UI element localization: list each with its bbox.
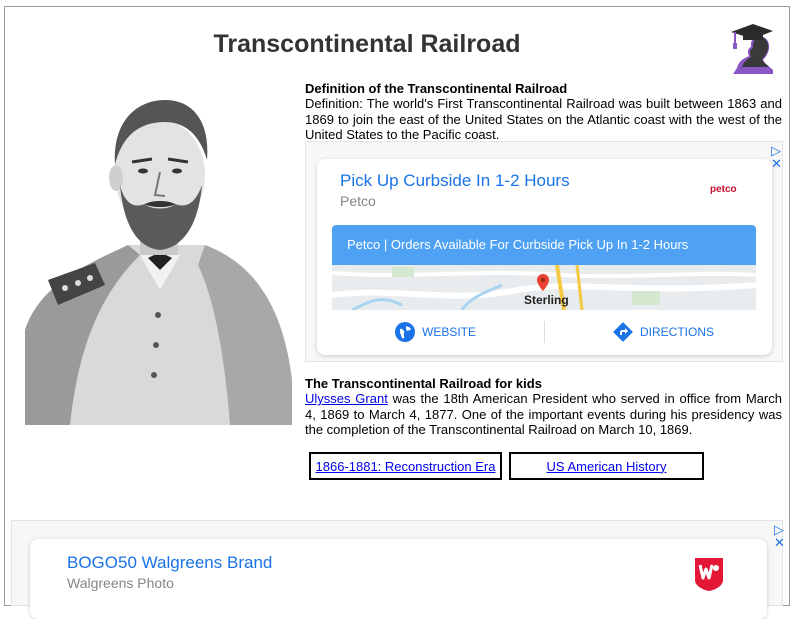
ad-advertiser: Petco [340, 193, 376, 209]
ulysses-grant-link[interactable]: Ulysses Grant [305, 391, 388, 406]
us-history-button[interactable]: US American History [509, 452, 704, 480]
directions-icon [613, 322, 633, 342]
definition-text: Definition: The world's First Transconti… [305, 96, 782, 142]
ad-map[interactable]: Sterling [332, 265, 756, 310]
reconstruction-era-button[interactable]: 1866-1881: Reconstruction Era [309, 452, 502, 480]
globe-icon [395, 322, 415, 342]
definition-heading: Definition of the Transcontinental Railr… [305, 81, 568, 96]
directions-label: DIRECTIONS [640, 325, 715, 339]
ad-headline[interactable]: BOGO50 Walgreens Brand [67, 553, 272, 573]
ad-advertiser: Walgreens Photo [67, 575, 174, 591]
ad-banner[interactable]: Petco | Orders Available For Curbside Pi… [332, 225, 756, 265]
page-title: Transcontinental Railroad [213, 30, 521, 58]
map-pin-icon [537, 274, 549, 291]
ulysses-grant-portrait [25, 100, 292, 425]
directions-button[interactable]: DIRECTIONS [613, 315, 714, 349]
ad-headline[interactable]: Pick Up Curbside In 1-2 Hours [340, 171, 570, 191]
kids-text: Ulysses Grant was the 18th American Pres… [305, 391, 782, 438]
website-button[interactable]: WEBSITE [395, 315, 476, 349]
kids-heading: The Transcontinental Railroad for kids [305, 376, 542, 391]
walgreens-ad-card[interactable]: BOGO50 Walgreens Brand Walgreens Photo [30, 539, 767, 619]
map-label: Sterling [524, 293, 569, 307]
petco-ad-card[interactable]: Pick Up Curbside In 1-2 Hours Petco petc… [317, 159, 772, 355]
us-history-link[interactable]: US American History [547, 459, 667, 474]
petco-ad[interactable]: ▷ ✕ Pick Up Curbside In 1-2 Hours Petco … [305, 141, 783, 362]
graduate-logo-icon [731, 24, 773, 74]
reconstruction-era-link[interactable]: 1866-1881: Reconstruction Era [316, 459, 496, 474]
petco-logo: petco [710, 184, 737, 195]
walgreens-ad[interactable]: ▷ ✕ BOGO50 Walgreens Brand Walgreens Pho… [11, 520, 785, 619]
ad-close-icon[interactable]: ✕ [771, 157, 782, 170]
walgreens-logo-icon [695, 558, 723, 591]
action-divider [544, 321, 545, 343]
ad-close-icon[interactable]: ✕ [774, 536, 785, 549]
website-label: WEBSITE [422, 325, 477, 339]
ad-actions: WEBSITE DIRECTIONS [317, 315, 772, 349]
